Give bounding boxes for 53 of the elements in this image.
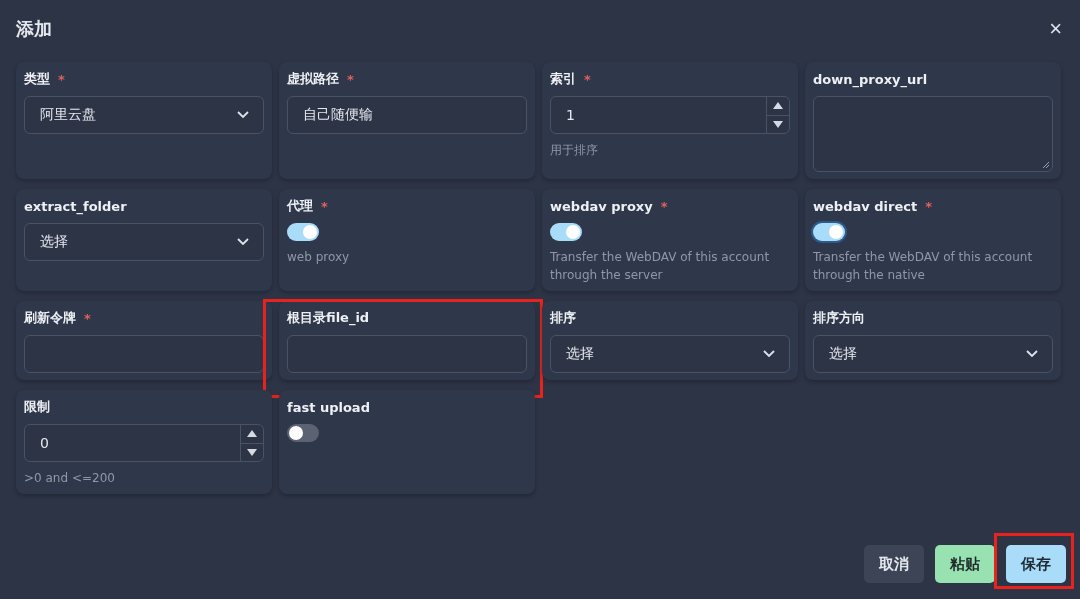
- field-label: 类型: [24, 70, 50, 88]
- chevron-down-icon: [237, 238, 249, 246]
- field-hint: >0 and <=200: [24, 470, 116, 487]
- toggle-switch[interactable]: [287, 424, 319, 442]
- field-label: down_proxy_url: [813, 71, 928, 87]
- dialog-title: 添加: [16, 17, 52, 41]
- required-mark: *: [925, 198, 932, 214]
- select-field[interactable]: 选择: [24, 223, 264, 261]
- field-hint: 用于排序: [550, 142, 599, 159]
- field-label: webdav direct: [813, 198, 918, 214]
- select-field[interactable]: 阿里云盘: [24, 96, 264, 134]
- field-label: 索引: [550, 70, 576, 88]
- toggle-switch[interactable]: [550, 223, 582, 241]
- required-mark: *: [84, 310, 91, 326]
- field-hint: Transfer the WebDAV of this account through the server: [550, 249, 771, 284]
- select-field[interactable]: 选择: [813, 335, 1053, 373]
- required-mark: *: [347, 71, 354, 87]
- field-hint: web proxy: [287, 249, 351, 266]
- up-arrow-icon[interactable]: [247, 430, 257, 438]
- number-field[interactable]: 0: [24, 424, 264, 462]
- up-arrow-icon[interactable]: [773, 102, 783, 110]
- field-label: 刷新令牌: [24, 309, 76, 327]
- action-button[interactable]: 取消: [864, 545, 924, 583]
- field-label: 根目录file_id: [287, 309, 370, 327]
- chevron-down-icon: [237, 111, 249, 119]
- chevron-down-icon: [763, 350, 775, 358]
- required-mark: *: [660, 198, 668, 214]
- close-button[interactable]: ×: [1047, 18, 1064, 40]
- required-mark: *: [58, 71, 65, 87]
- field-label: 虚拟路径: [287, 70, 339, 88]
- field-label: extract_folder: [24, 198, 127, 214]
- field-label: 排序方向: [813, 309, 865, 327]
- toggle-switch[interactable]: [813, 223, 845, 241]
- required-mark: *: [321, 198, 328, 214]
- action-button[interactable]: 粘贴: [935, 545, 995, 583]
- down-arrow-icon[interactable]: [773, 120, 783, 128]
- toggle-switch[interactable]: [287, 223, 319, 241]
- field-label: 排序: [550, 309, 576, 327]
- number-field[interactable]: 1: [550, 96, 790, 134]
- field-hint: Transfer the WebDAV of this account through the native: [813, 249, 1034, 284]
- select-field[interactable]: 选择: [550, 335, 790, 373]
- down-arrow-icon[interactable]: [247, 448, 257, 456]
- field-label: 代理: [287, 197, 313, 215]
- action-button[interactable]: 保存: [1006, 545, 1066, 583]
- input-field[interactable]: 自己随便输: [287, 96, 527, 134]
- resize-grip-icon[interactable]: [1042, 161, 1050, 169]
- field-label: fast upload: [287, 399, 370, 415]
- field-label: webdav proxy: [550, 198, 653, 214]
- input-field[interactable]: [287, 335, 527, 373]
- chevron-down-icon: [1026, 350, 1038, 358]
- field-label: 限制: [24, 398, 50, 416]
- input-field[interactable]: [24, 335, 264, 373]
- required-mark: *: [584, 71, 591, 87]
